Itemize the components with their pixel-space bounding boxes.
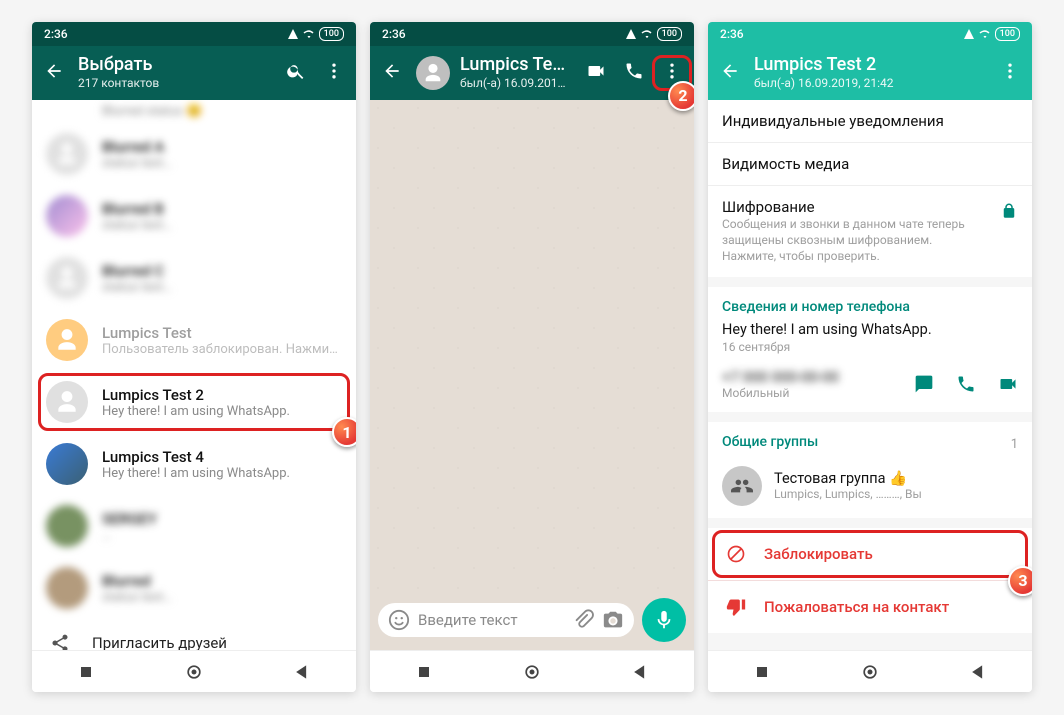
voice-message-button[interactable]	[642, 598, 686, 642]
about-section: Сведения и номер телефона Hey there! I a…	[708, 287, 1032, 412]
info-title: Lumpics Test 2	[754, 55, 986, 76]
block-icon	[726, 544, 746, 564]
android-nav-bar	[708, 650, 1032, 692]
attach-icon[interactable]	[572, 609, 594, 631]
contact-row-blurred[interactable]: Blurredstatus text…	[32, 557, 356, 619]
lock-icon	[1000, 202, 1018, 220]
callout-badge-2: 2	[668, 81, 694, 111]
callout-badge-3: 3	[1008, 566, 1032, 596]
phone-row[interactable]: +7 000 000-00-00 Мобильный	[722, 368, 1018, 400]
chat-subtitle: был(-а) 16.09.2019, 21:42	[460, 76, 572, 90]
contact-row-lumpics-test4[interactable]: Lumpics Test 4Hey there! I am using What…	[32, 433, 356, 495]
about-date: 16 сентября	[722, 340, 1018, 354]
back-button[interactable]	[716, 61, 744, 85]
status-icons: 100	[625, 27, 682, 41]
invite-friends[interactable]: Пригласить друзей	[32, 619, 356, 650]
info-subtitle: был(-а) 16.09.2019, 21:42	[754, 76, 986, 90]
more-button[interactable]	[320, 61, 348, 85]
group-name: Тестовая группа 👍	[774, 470, 922, 487]
search-button[interactable]	[282, 61, 310, 85]
phone-type: Мобильный	[722, 386, 839, 400]
block-contact[interactable]: Заблокировать 3	[708, 528, 1032, 580]
home-button[interactable]	[522, 662, 542, 682]
home-button[interactable]	[184, 662, 204, 682]
info-app-bar: Lumpics Test 2 был(-а) 16.09.2019, 21:42	[708, 46, 1032, 100]
back-nav-button[interactable]	[630, 662, 650, 682]
back-button[interactable]	[378, 61, 406, 85]
callout-badge-1: 1	[332, 417, 356, 447]
media-visibility-row[interactable]: Видимость медиа	[708, 142, 1032, 185]
contact-row-lumpics-test[interactable]: Lumpics TestПользователь заблокирован. Н…	[32, 309, 356, 371]
app-bar: Выбрать 217 контактов	[32, 46, 356, 100]
about-header: Сведения и номер телефона	[722, 299, 1018, 315]
contact-avatar[interactable]	[416, 56, 450, 90]
status-time: 2:36	[720, 27, 744, 41]
groups-header: Общие группы	[722, 434, 818, 450]
emoji-icon[interactable]	[388, 609, 410, 631]
chat-title-area[interactable]: Lumpics Test 2 был(-а) 16.09.2019, 21:42	[460, 55, 572, 90]
group-avatar	[722, 466, 762, 506]
status-bar: 2:36 100	[708, 22, 1032, 46]
encryption-row[interactable]: Шифрование Сообщения и звонки в данном ч…	[708, 185, 1032, 277]
back-nav-button[interactable]	[292, 662, 312, 682]
more-button[interactable]: 2	[658, 61, 686, 85]
contact-list: Blurred status 😊 Blurred Astatus text… B…	[32, 100, 356, 650]
phone-number: +7 000 000-00-00	[722, 368, 839, 386]
message-input-bar: Введите текст	[370, 591, 694, 650]
message-placeholder: Введите текст	[418, 611, 564, 629]
back-button[interactable]	[40, 61, 68, 85]
report-label: Пожаловаться на контакт	[764, 598, 949, 616]
chat-title: Lumpics Test 2	[460, 55, 572, 76]
recent-apps-button[interactable]	[76, 662, 96, 682]
share-icon	[50, 633, 70, 650]
message-icon[interactable]	[914, 374, 934, 394]
call-icon[interactable]	[956, 374, 976, 394]
report-contact[interactable]: Пожаловаться на контакт	[708, 580, 1032, 633]
group-row[interactable]: Тестовая группа 👍 Lumpics, Lumpics, ………,…	[722, 466, 1018, 506]
invite-label: Пригласить друзей	[92, 634, 227, 650]
battery-level: 100	[995, 27, 1020, 41]
thumbs-down-icon	[726, 597, 746, 617]
android-nav-bar	[32, 650, 356, 692]
contact-row-blurred[interactable]: Blurred Bstatus text…	[32, 185, 356, 247]
recent-apps-button[interactable]	[414, 662, 434, 682]
screen-select-contact: 2:36 100 Выбрать 217 контактов Blurred s…	[32, 22, 356, 692]
home-button[interactable]	[860, 662, 880, 682]
groups-section: Общие группы 1 Тестовая группа 👍 Lumpics…	[708, 422, 1032, 518]
contact-row-blurred[interactable]: SERGEY…	[32, 495, 356, 557]
recent-apps-button[interactable]	[752, 662, 772, 682]
status-icons: 100	[963, 27, 1020, 41]
about-status: Hey there! I am using WhatsApp.	[722, 321, 1018, 338]
status-time: 2:36	[44, 27, 68, 41]
video-call-button[interactable]	[582, 61, 610, 85]
contact-row-blurred[interactable]: Blurred Astatus text…	[32, 123, 356, 185]
status-time: 2:36	[382, 27, 406, 41]
status-bar: 2:36 100	[370, 22, 694, 46]
status-bar: 2:36 100	[32, 22, 356, 46]
battery-level: 100	[319, 27, 344, 41]
message-input[interactable]: Введите текст	[378, 603, 634, 637]
chat-app-bar: Lumpics Test 2 был(-а) 16.09.2019, 21:42…	[370, 46, 694, 100]
appbar-title: Выбрать	[78, 55, 272, 76]
screen-contact-info: 2:36 100 Lumpics Test 2 был(-а) 16.09.20…	[708, 22, 1032, 692]
contact-row-lumpics-test2[interactable]: Lumpics Test 2Hey there! I am using What…	[32, 371, 356, 433]
groups-count: 1	[1011, 437, 1018, 452]
group-members: Lumpics, Lumpics, ………, Вы	[774, 487, 922, 501]
android-nav-bar	[370, 650, 694, 692]
block-label: Заблокировать	[764, 545, 873, 563]
voice-call-button[interactable]	[620, 61, 648, 85]
appbar-subtitle: 217 контактов	[78, 76, 272, 90]
camera-icon[interactable]	[602, 609, 624, 631]
info-scroll[interactable]: Индивидуальные уведомления Видимость мед…	[708, 100, 1032, 650]
video-icon[interactable]	[998, 374, 1018, 394]
notifications-row[interactable]: Индивидуальные уведомления	[708, 100, 1032, 142]
chat-background	[370, 100, 694, 591]
screen-chat: 2:36 100 Lumpics Test 2 был(-а) 16.09.20…	[370, 22, 694, 692]
contact-row-blurred[interactable]: Blurred Cstatus text…	[32, 247, 356, 309]
contact-row-blurred[interactable]: Blurred status 😊	[32, 100, 356, 123]
battery-level: 100	[657, 27, 682, 41]
status-icons: 100	[287, 27, 344, 41]
back-nav-button[interactable]	[968, 662, 988, 682]
more-button[interactable]	[996, 61, 1024, 85]
